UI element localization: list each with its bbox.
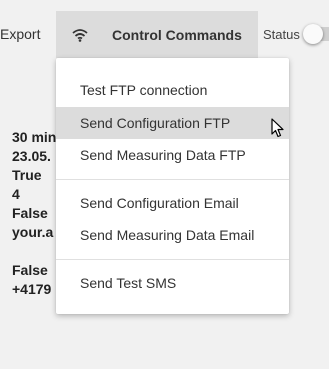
menu-item-send-measuring-email[interactable]: Send Measuring Data Email <box>56 219 289 251</box>
menu-item-send-measuring-ftp[interactable]: Send Measuring Data FTP <box>56 139 289 171</box>
export-button[interactable]: Export <box>0 26 40 42</box>
wifi-signal-icon <box>72 29 88 42</box>
value-date: 23.05. <box>12 148 51 164</box>
menu-divider <box>56 179 289 180</box>
menu-item-send-config-email[interactable]: Send Configuration Email <box>56 187 289 219</box>
value-interval: 30 min <box>12 129 57 145</box>
value-bool-1: True <box>12 167 42 183</box>
background-values: 30 min 23.05. True 4 False your.a False … <box>12 128 56 299</box>
value-gap <box>12 242 56 261</box>
menu-item-test-ftp[interactable]: Test FTP connection <box>56 74 289 106</box>
value-bool-3: False <box>12 262 48 278</box>
value-bool-2: False <box>12 205 48 221</box>
status-label: Status <box>263 27 300 42</box>
toggle-knob <box>303 24 323 44</box>
value-email: your.a <box>12 224 54 240</box>
value-count: 4 <box>12 186 20 202</box>
menu-item-send-test-sms[interactable]: Send Test SMS <box>56 267 289 299</box>
menu-divider <box>56 259 289 260</box>
value-phone: +4179 <box>12 281 52 297</box>
menu-item-send-config-ftp[interactable]: Send Configuration FTP <box>56 107 289 139</box>
control-commands-label: Control Commands <box>112 27 242 43</box>
app-root: Export Control Commands Status 30 min 23… <box>0 0 329 369</box>
control-commands-button[interactable]: Control Commands <box>56 11 258 58</box>
control-commands-menu: Test FTP connection Send Configuration F… <box>56 58 289 314</box>
status-toggle[interactable] <box>303 24 329 44</box>
